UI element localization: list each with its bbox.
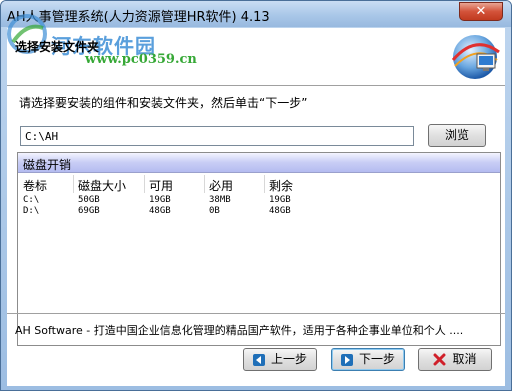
column-header-required[interactable]: 必用 <box>209 177 233 194</box>
install-path-input[interactable] <box>20 126 414 146</box>
cell-available: 19GB <box>149 195 171 205</box>
table-row[interactable]: C:\ 50GB 19GB 38MB 19GB <box>18 195 500 206</box>
cell-required: 0B <box>209 206 220 216</box>
cell-size: 69GB <box>78 206 100 216</box>
previous-button[interactable]: 上一步 <box>243 348 317 371</box>
footer-divider <box>7 313 505 314</box>
watermark-url: www.pc0359.cn <box>85 52 197 67</box>
footer-brand-text: AH Software - 打造中国企业信息化管理的精品国产软件，适用于各种企事… <box>15 324 464 337</box>
arrow-left-icon <box>252 353 265 366</box>
disk-table-header: 卷标 磁盘大小 可用 必用 剩余 <box>18 175 500 193</box>
instruction-text: 请选择要安装的组件和安装文件夹，然后单击“下一步” <box>19 96 308 110</box>
close-button[interactable]: ✕ <box>459 2 503 21</box>
wizard-header: 河东软件园 选择安装文件夹 www.pc0359.cn <box>7 14 505 86</box>
red-x-icon <box>433 353 446 366</box>
disk-space-title: 磁盘开销 <box>18 153 500 173</box>
column-header-available[interactable]: 可用 <box>149 177 173 194</box>
cell-size: 50GB <box>78 195 100 205</box>
column-header-volume[interactable]: 卷标 <box>23 177 47 194</box>
disk-table-body: C:\ 50GB 19GB 38MB 19GB D:\ 69GB 48GB 0B… <box>18 195 500 217</box>
installer-window: AH人事管理系统(人力资源管理HR软件) 4.13 ✕ 河东软件园 选择安装文件… <box>0 0 512 391</box>
installer-globe-icon <box>451 35 500 79</box>
cell-required: 38MB <box>209 195 231 205</box>
column-header-size[interactable]: 磁盘大小 <box>78 177 126 194</box>
next-button-label: 下一步 <box>358 352 395 366</box>
cell-remaining: 19GB <box>269 195 291 205</box>
title-bar[interactable]: AH人事管理系统(人力资源管理HR软件) 4.13 ✕ <box>1 1 511 27</box>
cell-volume: C:\ <box>23 195 40 205</box>
cell-volume: D:\ <box>23 206 40 216</box>
previous-button-label: 上一步 <box>270 352 307 366</box>
table-row[interactable]: D:\ 69GB 48GB 0B 48GB <box>18 206 500 217</box>
wizard-client-area: 河东软件园 选择安装文件夹 www.pc0359.cn 请选择要安装的组件和安装… <box>7 14 505 386</box>
column-divider[interactable] <box>204 175 205 193</box>
column-divider[interactable] <box>144 175 145 193</box>
column-header-remaining[interactable]: 剩余 <box>269 177 293 194</box>
next-button[interactable]: 下一步 <box>331 348 405 371</box>
browse-button[interactable]: 浏览 <box>428 124 486 147</box>
column-divider[interactable] <box>264 175 265 193</box>
cell-available: 48GB <box>149 206 171 216</box>
cell-remaining: 48GB <box>269 206 291 216</box>
cancel-button-label: 取消 <box>452 352 477 366</box>
arrow-right-icon <box>340 353 353 366</box>
disk-space-panel: 磁盘开销 卷标 磁盘大小 可用 必用 剩余 C:\ 50GB 19GB 38MB… <box>17 152 501 346</box>
column-divider[interactable] <box>73 175 74 193</box>
cancel-button[interactable]: 取消 <box>418 348 492 371</box>
